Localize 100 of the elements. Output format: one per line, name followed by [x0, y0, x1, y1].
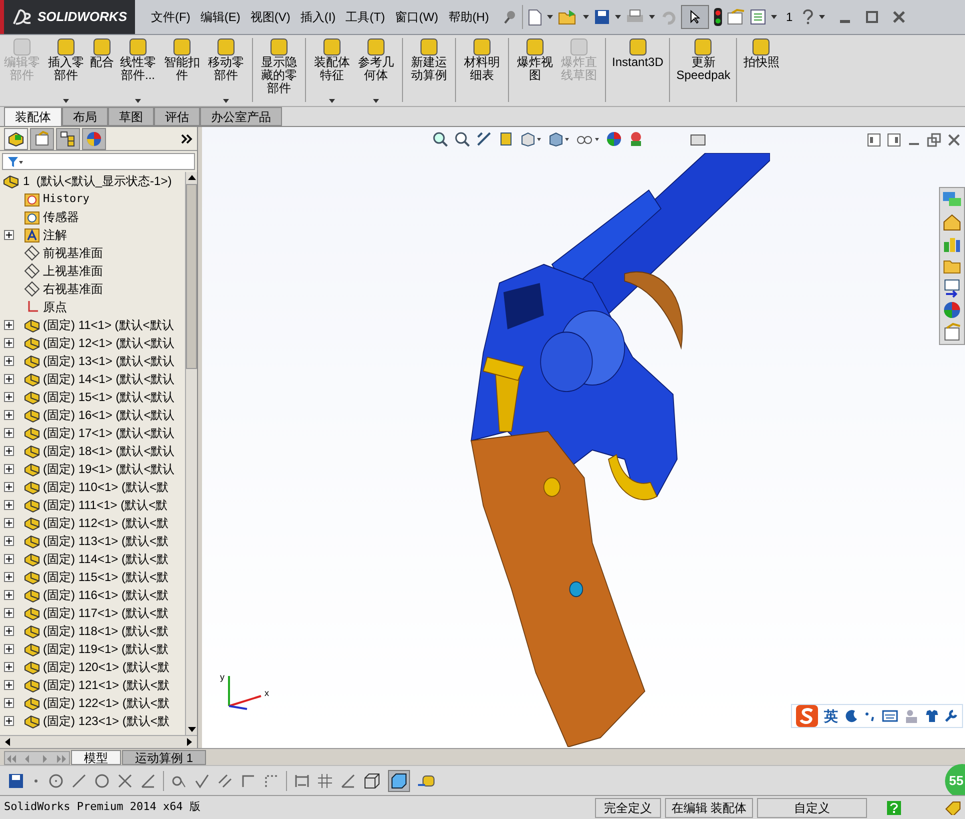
expand-toggle[interactable]	[4, 518, 14, 528]
tree-item[interactable]: (固定) 116<1> (默认<默	[43, 586, 168, 604]
help-icon[interactable]	[802, 9, 814, 25]
horizontal-scrollbar[interactable]	[0, 735, 197, 748]
graphics-viewport[interactable]: y x 英	[202, 127, 965, 748]
tree-item[interactable]: 注解	[43, 226, 67, 244]
configuration-manager-tab[interactable]	[56, 128, 80, 150]
measure-tape-icon[interactable]	[417, 772, 435, 788]
dropdown-arrow-icon[interactable]	[329, 99, 335, 103]
ribbon-tab[interactable]: 布局	[62, 107, 108, 126]
tree-item[interactable]: 原点	[43, 298, 67, 316]
trim-icon[interactable]	[117, 772, 133, 788]
tree-item[interactable]: (固定) 13<1> (默认<默认	[43, 352, 175, 370]
scene-icon[interactable]	[628, 131, 644, 147]
dropdown-arrow-icon[interactable]	[614, 15, 621, 19]
tag-icon[interactable]	[945, 800, 961, 814]
expand-toggle[interactable]	[4, 500, 14, 510]
menu-item[interactable]: 工具(T)	[346, 8, 385, 26]
ribbon-tab[interactable]: 评估	[154, 107, 200, 126]
close-icon[interactable]	[892, 10, 906, 24]
menu-item[interactable]: 帮助(H)	[448, 8, 489, 26]
tree-item[interactable]: (固定) 15<1> (默认<默认	[43, 388, 175, 406]
tree-item[interactable]: (固定) 118<1> (默认<默	[43, 622, 168, 640]
custom-properties-icon[interactable]	[942, 322, 962, 342]
tree-item[interactable]: (固定) 16<1> (默认<默认	[43, 406, 175, 424]
zoom-to-fit-icon[interactable]	[432, 131, 448, 147]
circle-icon[interactable]	[48, 772, 64, 788]
scrollbar-thumb[interactable]	[186, 184, 197, 369]
appearance-manager-tab[interactable]	[82, 128, 106, 150]
dropdown-arrow-icon[interactable]	[63, 99, 69, 103]
expand-toggle[interactable]	[4, 716, 14, 726]
toolbar-button[interactable]: 显示隐藏的零部件	[257, 38, 301, 106]
view-settings-icon[interactable]	[690, 132, 708, 146]
home-icon[interactable]	[942, 212, 962, 232]
tree-item[interactable]: (固定) 120<1> (默认<默	[43, 658, 170, 676]
input-mode-toggle[interactable]: 英	[824, 706, 838, 726]
feature-manager-tab[interactable]	[4, 128, 28, 150]
close-icon[interactable]	[947, 133, 961, 147]
bottom-tab[interactable]: 模型	[71, 750, 121, 765]
toolbar-button[interactable]: 插入零部件	[44, 38, 88, 106]
parallel-lines-icon[interactable]	[217, 772, 233, 788]
tree-item[interactable]: (固定) 19<1> (默认<默认	[43, 460, 175, 478]
menu-item[interactable]: 编辑(E)	[200, 8, 240, 26]
expand-toggle[interactable]	[4, 590, 14, 600]
keyboard-icon[interactable]	[882, 710, 898, 722]
expand-toggle[interactable]	[4, 356, 14, 366]
menu-item[interactable]: 插入(I)	[300, 8, 336, 26]
save-icon[interactable]	[8, 772, 24, 788]
previous-view-icon[interactable]	[476, 131, 492, 147]
tree-item[interactable]: (固定) 122<1> (默认<默	[43, 694, 170, 712]
view-orientation-icon[interactable]	[520, 131, 542, 147]
appearance-icon[interactable]	[942, 300, 962, 320]
polygon-icon[interactable]	[94, 772, 110, 788]
menu-item[interactable]: 文件(F)	[151, 8, 190, 26]
expand-toggle[interactable]	[4, 230, 14, 240]
tree-item[interactable]: (固定) 114<1> (默认<默	[43, 550, 168, 568]
ribbon-tab[interactable]: 装配体	[4, 107, 62, 126]
expand-toggle[interactable]	[4, 320, 14, 330]
toolbar-button[interactable]: 线性零部件...	[116, 38, 160, 106]
toolbar-button[interactable]: Instant3D	[610, 38, 666, 106]
expand-toggle[interactable]	[4, 428, 14, 438]
dropdown-arrow-icon[interactable]	[770, 15, 777, 19]
tree-item[interactable]: (固定) 113<1> (默认<默	[43, 532, 168, 550]
corner-icon[interactable]	[240, 772, 256, 788]
expand-toggle[interactable]	[4, 644, 14, 654]
dropdown-arrow-icon[interactable]	[373, 99, 379, 103]
dropdown-arrow-icon[interactable]	[223, 99, 229, 103]
toolbar-button[interactable]: 更新 Speedpak	[674, 38, 732, 106]
expand-toggle[interactable]	[4, 608, 14, 618]
tree-item[interactable]: (固定) 115<1> (默认<默	[43, 568, 168, 586]
tree-item[interactable]: (固定) 121<1> (默认<默	[43, 676, 170, 694]
ribbon-tab[interactable]: 草图	[108, 107, 154, 126]
expand-toggle[interactable]	[4, 482, 14, 492]
menu-item[interactable]: 窗口(W)	[394, 8, 438, 26]
expand-toggle[interactable]	[4, 392, 14, 402]
app-logo-bar[interactable]: SOLIDWORKS	[0, 0, 135, 34]
toolbar-button[interactable]: 材料明细表	[460, 38, 504, 106]
tree-item[interactable]: 前视基准面	[43, 244, 103, 262]
expand-toggle[interactable]	[4, 338, 14, 348]
tile-left-icon[interactable]	[867, 133, 881, 147]
expand-toggle[interactable]	[4, 572, 14, 582]
tree-item[interactable]: (固定) 14<1> (默认<默认	[43, 370, 175, 388]
expand-toggle[interactable]	[4, 446, 14, 456]
tree-item[interactable]: (固定) 110<1> (默认<默	[43, 478, 168, 496]
open-folder-icon[interactable]	[558, 9, 578, 25]
ribbon-tab[interactable]: 办公室产品	[200, 107, 282, 126]
toolbar-button[interactable]: 智能扣件	[160, 38, 204, 106]
expand-toggle[interactable]	[4, 536, 14, 546]
expand-toggle[interactable]	[4, 464, 14, 474]
section-view-icon[interactable]	[498, 131, 514, 147]
toolbar-button[interactable]: 参考几何体	[354, 38, 398, 106]
tree-item[interactable]: 右视基准面	[43, 280, 103, 298]
scroll-left-icon[interactable]	[4, 738, 10, 746]
angle-measure-icon[interactable]	[340, 772, 356, 788]
traffic-light-icon[interactable]	[714, 8, 722, 26]
appearance-icon[interactable]	[606, 131, 622, 147]
save-icon[interactable]	[594, 9, 610, 25]
dropdown-arrow-icon[interactable]	[582, 15, 589, 19]
tree-item[interactable]: (固定) 12<1> (默认<默认	[43, 334, 175, 352]
maximize-icon[interactable]	[864, 10, 879, 24]
